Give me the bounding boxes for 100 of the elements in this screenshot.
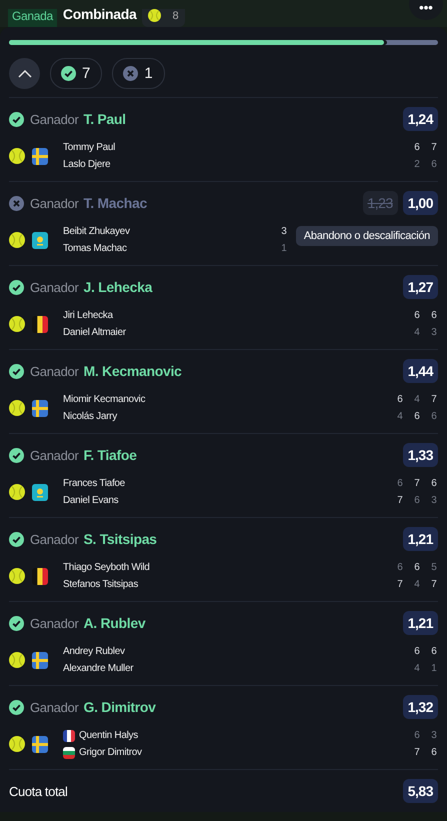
odds-badge: 1,21	[402, 611, 438, 635]
player-name: Daniel Altmaier	[63, 327, 126, 338]
set-score: 3	[430, 730, 438, 741]
market-label: Ganador	[30, 112, 78, 126]
set-score: 7	[413, 747, 421, 758]
set-score: 3	[430, 495, 438, 506]
flag-icon	[32, 736, 48, 752]
set-score: 5	[430, 562, 438, 573]
tennis-ball-icon	[9, 232, 25, 248]
odds-badge: 1,32	[402, 695, 438, 719]
player-name: Nicolás Jarry	[63, 411, 117, 422]
player-name: Jiri Lehecka	[63, 310, 113, 321]
sport-count: 8	[172, 10, 179, 22]
set-score: 6	[413, 142, 421, 153]
market-label: Ganador	[30, 700, 78, 714]
set-score: 6	[413, 646, 421, 657]
set-score: 7	[396, 495, 404, 506]
player-name: Grigor Dimitrov	[79, 747, 142, 758]
set-score: 7	[413, 478, 421, 489]
set-score: 7	[430, 142, 438, 153]
flag-icon	[32, 568, 48, 584]
previous-odds: 1,23	[362, 191, 398, 215]
total-odds-badge: 5,83	[402, 779, 438, 803]
odds-badge: 1,33	[402, 443, 438, 467]
more-button[interactable]: •••	[409, 0, 443, 20]
pick-name: T. Paul	[84, 111, 126, 127]
set-score: 6	[413, 411, 421, 422]
player-name: Thiago Seyboth Wild	[63, 562, 150, 573]
player-name: Beibit Zhukayev	[63, 226, 130, 237]
tennis-ball-icon	[9, 484, 25, 500]
tennis-ball-icon	[9, 400, 25, 416]
set-score: 6	[413, 562, 421, 573]
set-score: 6	[430, 310, 438, 321]
set-score: 7	[430, 579, 438, 590]
set-score: 3	[280, 226, 288, 237]
player-name: Frances Tiafoe	[63, 478, 125, 489]
set-score: 6	[396, 478, 404, 489]
flag-icon	[63, 746, 75, 758]
market-label: Ganador	[30, 280, 78, 294]
set-score: 4	[396, 411, 404, 422]
player-name: Alexandre Muller	[63, 663, 134, 674]
set-score: 6	[430, 646, 438, 657]
market-label: Ganador	[30, 616, 78, 630]
flag-icon	[32, 316, 48, 332]
set-score: 6	[430, 747, 438, 758]
count-label: 1	[144, 65, 153, 82]
set-score: 6	[413, 730, 421, 741]
set-score: 2	[413, 159, 421, 170]
set-score: 7	[396, 579, 404, 590]
check-circle-icon	[61, 66, 76, 81]
market-label: Ganador	[30, 448, 78, 462]
pick-name: J. Lehecka	[84, 279, 152, 295]
market-label: Ganador	[30, 364, 78, 378]
set-score: 1	[430, 663, 438, 674]
pick-name: F. Tiafoe	[84, 447, 137, 463]
lost-count-chip[interactable]: 1	[112, 58, 165, 89]
set-score: 1	[280, 243, 288, 254]
set-score: 7	[430, 394, 438, 405]
set-score: 4	[413, 327, 421, 338]
set-score: 4	[413, 663, 421, 674]
status-tooltip: Abandono o descalificación	[296, 226, 438, 246]
odds-badge: 1,00	[402, 191, 438, 215]
set-score: 6	[413, 495, 421, 506]
flag-icon	[32, 400, 48, 416]
chevron-up-icon	[18, 70, 32, 78]
market-label: Ganador	[30, 532, 78, 546]
player-name: Quentin Halys	[79, 730, 138, 741]
player-name: Laslo Djere	[63, 159, 110, 170]
odds-badge: 1,24	[402, 107, 438, 131]
set-score: 6	[430, 478, 438, 489]
player-name: Tomas Machac	[63, 243, 127, 254]
player-name: Stefanos Tsitsipas	[63, 579, 138, 590]
set-score: 6	[396, 562, 404, 573]
bet-title: Combinada	[62, 6, 136, 24]
collapse-button[interactable]	[9, 58, 40, 89]
set-score: 4	[413, 579, 421, 590]
tennis-ball-icon	[9, 736, 25, 752]
pick-name: A. Rublev	[84, 615, 146, 631]
won-count-chip[interactable]: 7	[50, 58, 102, 89]
set-score: 4	[413, 394, 421, 405]
total-odds-label: Cuota total	[9, 784, 68, 798]
pick-name: T. Machac	[84, 195, 147, 211]
odds-badge: 1,44	[402, 359, 438, 383]
tennis-ball-icon	[148, 9, 162, 22]
flag-icon	[32, 652, 48, 668]
set-score: 6	[413, 310, 421, 321]
player-name: Miomir Kecmanovic	[63, 394, 146, 405]
player-name: Andrey Rublev	[63, 646, 125, 657]
tennis-ball-icon	[9, 316, 25, 332]
status-badge: Ganada	[8, 9, 57, 27]
cross-circle-icon	[123, 66, 138, 81]
player-name: Tommy Paul	[63, 142, 116, 153]
tennis-ball-icon	[9, 568, 25, 584]
odds-badge: 1,27	[402, 275, 438, 299]
flag-icon	[63, 730, 75, 742]
set-score: 6	[430, 411, 438, 422]
pick-name: S. Tsitsipas	[84, 531, 157, 547]
tennis-ball-icon	[9, 652, 25, 668]
set-score: 6	[396, 394, 404, 405]
flag-icon	[32, 148, 48, 164]
